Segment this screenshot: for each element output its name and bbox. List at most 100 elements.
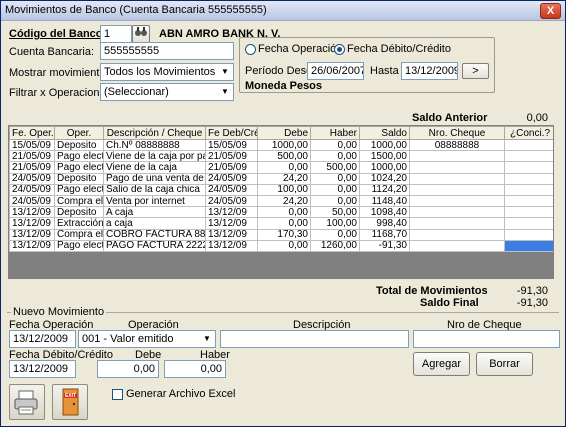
fecha-deb-input[interactable]: 13/12/2009 xyxy=(9,360,76,378)
cell-haber: 0,00 xyxy=(310,138,360,152)
cell-fe-oper: 15/05/09 xyxy=(9,138,55,152)
close-button[interactable]: X xyxy=(540,3,561,19)
cell-oper: Deposito xyxy=(54,172,104,185)
total-movimientos-label: Total de Movimientos xyxy=(376,285,488,297)
cell-fe-deb: 24/05/09 xyxy=(205,172,258,185)
print-button[interactable] xyxy=(9,384,45,420)
codigo-input[interactable]: 1 xyxy=(100,25,132,43)
cuenta-input[interactable]: 555555555 xyxy=(100,42,234,60)
debe-input[interactable]: 0,00 xyxy=(97,360,159,378)
cell-nro-cheque: 08888888 xyxy=(409,138,505,152)
window: Movimientos de Banco (Cuenta Bancaria 55… xyxy=(0,0,566,427)
chevron-down-icon: ▼ xyxy=(217,64,233,80)
cell-haber: 0,00 xyxy=(310,228,360,241)
descripcion-input[interactable] xyxy=(220,330,409,348)
window-title: Movimientos de Banco (Cuenta Bancaria 55… xyxy=(5,4,267,16)
table-row[interactable]: 13/12/09Compra electCOBRO FACTURA 886713… xyxy=(9,228,553,241)
table-row[interactable]: 21/05/09Pago electróViene de la caja21/0… xyxy=(9,161,553,174)
cheque-input[interactable] xyxy=(413,330,560,348)
cell-oper: Compra elect xyxy=(54,228,104,241)
cell-oper: Pago electró xyxy=(54,150,104,163)
cell-nro-cheque xyxy=(409,194,505,208)
table-row[interactable]: 24/05/09Compra electVenta por internet24… xyxy=(9,194,553,208)
cell-conciliado[interactable] xyxy=(504,206,553,219)
haber-input[interactable]: 0,00 xyxy=(164,360,226,378)
cell-haber: 500,00 xyxy=(310,161,360,174)
bank-lookup-button[interactable] xyxy=(132,25,150,43)
cell-fe-deb: 13/12/09 xyxy=(205,239,258,252)
saldo-anterior-label: Saldo Anterior xyxy=(412,112,488,124)
movements-table[interactable]: Fe. Oper. Oper. Descripción / Cheque Fe … xyxy=(8,125,554,279)
moneda-label: Moneda Pesos xyxy=(245,80,323,92)
col-debe[interactable]: Debe xyxy=(257,126,311,140)
table-row[interactable]: 15/05/09 Deposito Ch.Nº 08888888 15/05/09 10… xyxy=(9,138,553,152)
filtrar-select[interactable]: (Seleccionar) ▼ xyxy=(100,83,234,101)
operacion-select[interactable]: 001 - Valor emitido ▼ xyxy=(78,330,216,348)
cell-fe-oper: 24/05/09 xyxy=(9,172,55,185)
cell-conciliado[interactable] xyxy=(504,172,553,185)
col-descripcion[interactable]: Descripción / Cheque xyxy=(103,126,206,140)
table-row[interactable]: 24/05/09DepositoPago de una venta de una… xyxy=(9,172,553,185)
total-movimientos-value: -91,30 xyxy=(516,285,548,297)
cell-fe-oper: 13/12/09 xyxy=(9,217,55,230)
table-row[interactable]: 13/12/09 Deposito A caja 13/12/09 0,00 50,00 1… xyxy=(9,206,553,219)
cell-conciliado[interactable] xyxy=(504,150,553,163)
radio-fecha-operacion[interactable] xyxy=(245,44,256,55)
cell-oper: Pago electró xyxy=(54,183,104,196)
col-fe-oper[interactable]: Fe. Oper. xyxy=(9,126,55,140)
fecha-op-input[interactable]: 13/12/2009 xyxy=(9,330,76,348)
cell-conciliado[interactable] xyxy=(504,228,553,241)
generar-excel-label: Generar Archivo Excel xyxy=(126,388,236,400)
col-oper[interactable]: Oper. xyxy=(54,126,104,140)
cell-fe-deb: 13/12/09 xyxy=(205,228,258,241)
hasta-input[interactable]: 13/12/2009 xyxy=(401,62,458,80)
mostrar-select-value: Todos los Movimientos xyxy=(104,66,216,78)
table-row[interactable]: 21/05/09Pago electróViene de la caja por… xyxy=(9,150,553,163)
cell-debe: 1000,00 xyxy=(257,138,311,152)
cell-nro-cheque xyxy=(409,150,505,163)
cell-conciliado[interactable] xyxy=(504,239,553,252)
col-conciliado[interactable]: ¿Conci.? xyxy=(504,126,553,140)
cell-descripcion: Salio de la caja chica xyxy=(103,183,206,196)
col-haber[interactable]: Haber xyxy=(310,126,360,140)
cell-fe-oper: 24/05/09 xyxy=(9,183,55,196)
cell-fe-deb: 24/05/09 xyxy=(205,194,258,208)
exit-button[interactable]: EXIT xyxy=(52,384,88,420)
table-header-row: Fe. Oper. Oper. Descripción / Cheque Fe … xyxy=(9,126,553,140)
col-nro-cheque[interactable]: Nro. Cheque xyxy=(409,126,505,140)
table-row[interactable]: 13/12/09Pago electróPAGO FACTURA 2222221… xyxy=(9,239,553,252)
cell-saldo: 1148,40 xyxy=(359,194,410,208)
radio-fecha-debito[interactable] xyxy=(334,44,345,55)
table-row[interactable]: 24/05/09Pago electróSalio de la caja chi… xyxy=(9,183,553,196)
cell-descripcion: Venta por internet xyxy=(103,194,206,208)
cell-fe-deb: 13/12/09 xyxy=(205,206,258,219)
cell-conciliado[interactable] xyxy=(504,183,553,196)
cell-debe: 100,00 xyxy=(257,183,311,196)
cell-saldo: 1000,00 xyxy=(359,161,410,174)
mostrar-label: Mostrar movimientos: xyxy=(9,67,115,79)
mostrar-select[interactable]: Todos los Movimientos ▼ xyxy=(100,63,234,81)
cell-conciliado[interactable] xyxy=(504,217,553,230)
agregar-button[interactable]: Agregar xyxy=(413,352,470,376)
cell-descripcion: A caja xyxy=(103,206,206,219)
binoculars-icon xyxy=(135,27,147,36)
cell-oper: Deposito xyxy=(54,206,104,219)
cell-nro-cheque xyxy=(409,239,505,252)
cell-oper: Deposito xyxy=(54,138,104,152)
apply-period-button[interactable]: > xyxy=(462,63,489,79)
cell-saldo: 1000,00 xyxy=(359,138,410,152)
col-fe-deb[interactable]: Fe Deb/Cré xyxy=(205,126,258,140)
cell-haber: 50,00 xyxy=(310,206,360,219)
table-row[interactable]: 13/12/09Extracción ba caja13/12/090,0010… xyxy=(9,217,553,230)
cell-conciliado[interactable] xyxy=(504,194,553,208)
desde-input[interactable]: 26/06/2007 xyxy=(307,62,364,80)
borrar-button[interactable]: Borrar xyxy=(476,352,533,376)
generar-excel-checkbox[interactable] xyxy=(112,389,123,400)
cell-descripcion: COBRO FACTURA 8867 xyxy=(103,228,206,241)
cell-debe: 24,20 xyxy=(257,172,311,185)
cell-descripcion: PAGO FACTURA 222222 xyxy=(103,239,206,252)
col-saldo[interactable]: Saldo xyxy=(359,126,410,140)
cell-conciliado[interactable] xyxy=(504,138,553,152)
cell-debe: 0,00 xyxy=(257,239,311,252)
cell-conciliado[interactable] xyxy=(504,161,553,174)
